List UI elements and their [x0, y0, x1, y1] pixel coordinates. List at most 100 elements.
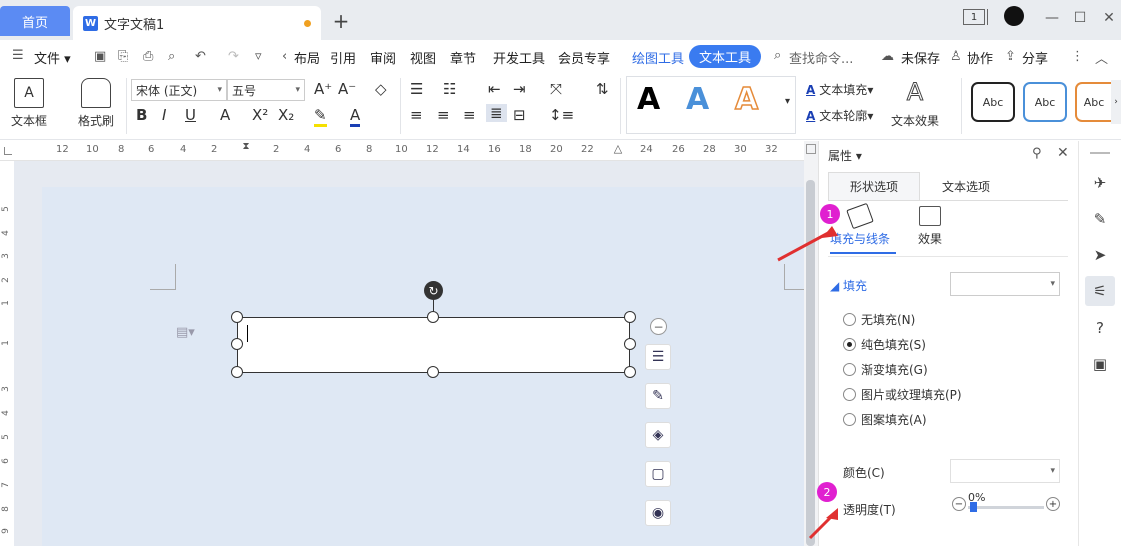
pane-title[interactable]: 属性 ▾ — [828, 147, 862, 164]
hamburger-icon[interactable]: ☰ — [12, 48, 24, 63]
highlight-icon[interactable]: ✎ — [314, 106, 327, 127]
menu-review[interactable]: 审阅 — [370, 48, 396, 67]
font-color-icon[interactable]: A — [350, 106, 361, 127]
selected-textbox[interactable] — [237, 317, 630, 373]
align-right-icon[interactable]: ≡ — [463, 106, 476, 124]
underline-icon[interactable]: U — [185, 106, 196, 124]
more-chevron-icon[interactable]: ▿ — [255, 49, 262, 64]
numbering-icon[interactable]: ☷ — [443, 80, 456, 98]
shape-style-blue[interactable]: Abc — [1023, 82, 1067, 122]
menu-layout[interactable]: 布局 — [294, 48, 320, 67]
page-view-button[interactable]: 1 — [963, 9, 985, 25]
shape-style-black[interactable]: Abc — [971, 82, 1015, 122]
clear-format-icon[interactable]: ◇ — [375, 80, 387, 98]
rocket-icon[interactable]: ✈ — [1090, 173, 1110, 193]
text-direction-icon[interactable]: ⤧ — [550, 80, 562, 98]
idea-bulb-icon[interactable]: ◉ — [645, 500, 671, 526]
radio-no-fill[interactable]: 无填充(N) — [843, 311, 915, 328]
share-button[interactable]: 分享 — [1022, 48, 1048, 67]
resize-handle[interactable] — [231, 311, 243, 323]
new-tab-button[interactable]: + — [330, 8, 352, 34]
transparency-plus-icon[interactable]: + — [1046, 497, 1060, 511]
print-icon[interactable]: ⎙ — [143, 49, 153, 64]
shape-fill-icon[interactable]: ◈ — [645, 422, 671, 448]
layout-options-icon[interactable]: ☰ — [645, 344, 671, 370]
resize-handle[interactable] — [427, 311, 439, 323]
close-icon[interactable]: ✕ — [1098, 8, 1120, 28]
menu-developer[interactable]: 开发工具 — [493, 48, 545, 67]
rotate-handle-icon[interactable]: ↻ — [424, 281, 443, 300]
resize-handle[interactable] — [231, 338, 243, 350]
grow-font-icon[interactable]: A⁺ — [314, 80, 332, 98]
subscript-icon[interactable]: X₂ — [278, 106, 294, 124]
shape-style-orange[interactable]: Abc — [1075, 82, 1111, 122]
minimize-icon[interactable]: — — [1041, 8, 1063, 28]
transparency-slider[interactable] — [968, 506, 1044, 509]
right-indent-icon[interactable]: △ — [612, 142, 624, 160]
tab-stop-icon[interactable] — [4, 147, 12, 155]
menu-chapter[interactable]: 章节 — [450, 48, 476, 67]
subtab-effects[interactable]: 效果 — [918, 206, 942, 247]
color-select[interactable] — [950, 459, 1060, 483]
radio-picture-fill[interactable]: 图片或纹理填充(P) — [843, 386, 962, 403]
justify-icon[interactable]: ≣ — [486, 104, 507, 122]
maximize-icon[interactable]: ☐ — [1069, 8, 1091, 28]
menu-references[interactable]: 引用 — [330, 48, 356, 67]
font-name-select[interactable]: 宋体 (正文) — [131, 79, 227, 101]
text-outline-button[interactable]: A 文本轮廓 ▾ — [806, 107, 873, 124]
pen-icon[interactable]: ✎ — [1090, 209, 1110, 229]
help-icon[interactable]: ? — [1090, 318, 1110, 338]
scroll-left-icon[interactable]: ‹ — [282, 49, 287, 64]
italic-icon[interactable]: I — [162, 106, 166, 124]
scroll-right-icon[interactable]: › — [1111, 80, 1121, 124]
redo-icon[interactable]: ↷ — [228, 49, 239, 64]
strikethrough-icon[interactable]: A — [220, 106, 230, 124]
radio-gradient-fill[interactable]: 渐变填充(G) — [843, 361, 928, 378]
shrink-font-icon[interactable]: A⁻ — [338, 80, 356, 98]
transparency-slider-thumb[interactable] — [970, 502, 977, 512]
tab-text-options[interactable]: 文本选项 — [920, 172, 1012, 200]
menu-file[interactable]: 文件 ▾ — [34, 48, 71, 67]
font-size-select[interactable]: 五号 — [227, 79, 305, 101]
collapse-toolbar-icon[interactable]: − — [650, 318, 667, 335]
tab-shape-options[interactable]: 形状选项 — [828, 172, 920, 200]
shape-style-icon[interactable]: ✎ — [645, 383, 671, 409]
search-command-input[interactable]: 查找命令... — [789, 48, 853, 67]
pin-icon[interactable]: ⚲ — [1032, 146, 1042, 161]
sort-icon[interactable]: ⇅ — [596, 80, 609, 98]
increase-indent-icon[interactable]: ⇥ — [513, 80, 526, 98]
line-spacing-icon[interactable]: ↕≡ — [549, 106, 574, 124]
collaborate-button[interactable]: 协作 — [967, 48, 993, 67]
collapse-ribbon-icon[interactable]: ︿ — [1095, 48, 1108, 67]
scroll-up-icon[interactable] — [806, 144, 816, 154]
indent-marker-icon[interactable]: ⧗ — [240, 141, 252, 161]
resize-handle[interactable] — [427, 366, 439, 378]
export-icon[interactable]: ⎘ — [118, 49, 128, 64]
undo-icon[interactable]: ↶ — [195, 49, 206, 64]
save-icon[interactable]: ▣ — [94, 49, 106, 64]
text-effects-button[interactable]: A 文本效果 — [891, 78, 939, 129]
tab-document[interactable]: W 文字文稿1 — [73, 6, 321, 40]
image-tools-icon[interactable]: ▣ — [1090, 354, 1110, 374]
fill-preset-select[interactable] — [950, 272, 1060, 296]
decrease-indent-icon[interactable]: ⇤ — [488, 80, 501, 98]
cursor-icon[interactable]: ➤ — [1090, 245, 1110, 265]
avatar[interactable] — [1004, 6, 1024, 26]
art-style-blue[interactable]: A — [686, 82, 709, 117]
radio-solid-fill[interactable]: 纯色填充(S) — [843, 336, 926, 353]
distribute-icon[interactable]: ⊟ — [513, 106, 526, 124]
art-style-black[interactable]: A — [637, 82, 660, 117]
menu-member[interactable]: 会员专享 — [558, 48, 610, 67]
pane-close-icon[interactable]: ✕ — [1057, 145, 1069, 161]
unsaved-button[interactable]: 未保存 — [901, 48, 940, 67]
text-fill-button[interactable]: A 文本填充 ▾ — [806, 81, 873, 98]
bold-icon[interactable]: B — [136, 106, 147, 124]
art-style-orange-outline[interactable]: A — [734, 81, 759, 118]
tab-home[interactable]: 首页 — [0, 6, 70, 36]
more-options-icon[interactable]: ⋮ — [1071, 49, 1084, 64]
menu-view[interactable]: 视图 — [410, 48, 436, 67]
gallery-more-icon[interactable]: ▾ — [785, 96, 790, 107]
bullets-icon[interactable]: ☰ — [410, 80, 423, 98]
resize-handle[interactable] — [624, 366, 636, 378]
resize-handle[interactable] — [624, 311, 636, 323]
